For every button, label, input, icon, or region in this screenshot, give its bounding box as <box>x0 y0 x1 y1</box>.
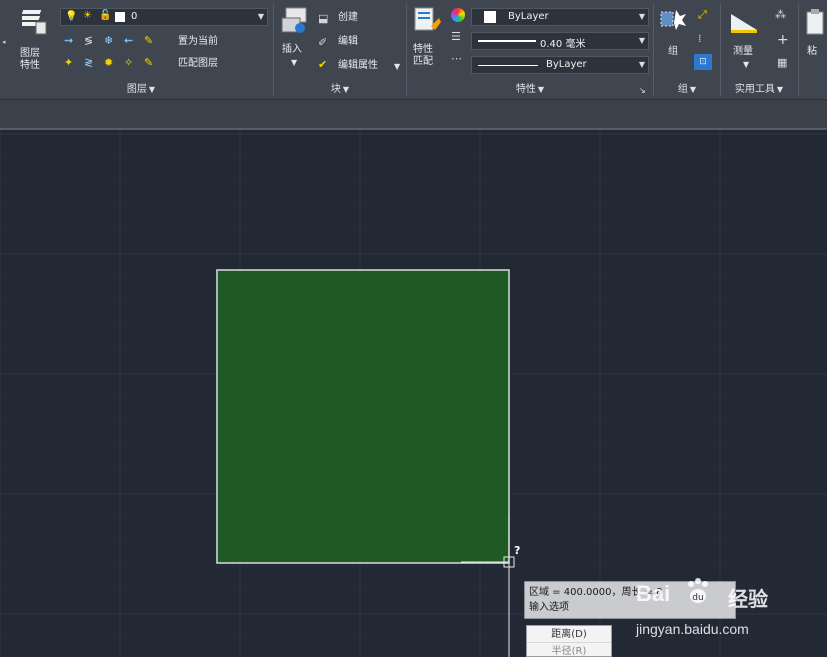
measure-label[interactable]: 测量 <box>733 46 753 58</box>
point-id-icon[interactable]: + <box>777 32 789 48</box>
lineweight-value: 0.40 毫米 <box>540 39 586 50</box>
baidu-watermark: Bai du 经验 jingyan.baidu.com <box>630 575 825 645</box>
chevron-down-icon: ▼ <box>638 12 645 21</box>
layer-unisolate-icon[interactable]: ≷ <box>84 56 93 69</box>
linetype-icon: ⋯ <box>451 52 462 65</box>
match-properties-label[interactable]: 特性 匹配 <box>413 44 433 68</box>
caret-down-icon: ▼ <box>342 85 350 94</box>
utilities-panel-title[interactable]: 实用工具 ▼ <box>721 80 797 96</box>
group-selection-icon[interactable]: ⊡ <box>694 54 712 70</box>
svg-text:du: du <box>692 593 703 603</box>
paste-icon[interactable] <box>805 8 825 36</box>
menu-item-distance[interactable]: 距离(D) <box>527 626 611 643</box>
lineweight-icon: ☰ <box>451 30 461 43</box>
quick-select-icon[interactable]: ⁂ <box>775 8 786 21</box>
calculator-icon[interactable]: ▦ <box>777 56 787 69</box>
group-label[interactable]: 组 <box>668 46 678 58</box>
caret-down-icon: ▼ <box>689 85 697 94</box>
insert-block-icon[interactable] <box>280 6 310 36</box>
match-layer-icon[interactable]: ✎ <box>144 56 153 69</box>
lineweight-dropdown[interactable]: 0.40 毫米 ▼ <box>471 32 649 50</box>
watermark-url: jingyan.baidu.com <box>636 621 749 637</box>
unlock-icon: 🔓 <box>99 10 112 21</box>
menu-item-radius[interactable]: 半径(R) <box>527 643 611 657</box>
edit-block-icon[interactable]: ✐ <box>318 36 327 49</box>
chevron-down-icon[interactable]: ▼ <box>394 62 400 71</box>
layer-dropdown[interactable]: 💡 ☀ 🔓 0 ▼ <box>60 8 268 26</box>
color-swatch <box>484 11 496 23</box>
layers-panel-title[interactable]: 图层 ▼ <box>8 80 274 96</box>
layer-properties-icon[interactable] <box>22 8 48 36</box>
match-properties-icon[interactable] <box>413 6 441 38</box>
options-menu[interactable]: 距离(D) 半径(R) <box>526 625 612 657</box>
caret-down-icon: ▼ <box>776 85 784 94</box>
layer-thaw-icon[interactable]: ✹ <box>104 56 113 69</box>
create-block-icon[interactable]: ⬓ <box>318 12 328 25</box>
color-wheel-icon <box>451 8 465 22</box>
properties-panel-title[interactable]: 特性 ▼ <box>407 80 653 96</box>
block-panel: 插入 ▼ ⬓ 创建 ✐ 编辑 ✔ 编辑属性 ▼ 块 ▼ <box>274 0 406 100</box>
caret-down-icon: ▼ <box>148 85 156 94</box>
layers-panel: 图层 特性 💡 ☀ 🔓 0 ▼ ⇝ ≶ ❄ ⇜ ✎ 置为当前 ✦ ≷ ✹ ✧ ✎… <box>8 0 274 100</box>
ribbon-tab-strip <box>0 100 827 130</box>
color-value: ByLayer <box>508 11 549 22</box>
linetype-dropdown[interactable]: ByLayer ▼ <box>471 56 649 74</box>
group-panel: 组 ⤢ ⁞ ⊡ 组 ▼ <box>654 0 720 100</box>
set-current-label[interactable]: 置为当前 <box>178 36 218 48</box>
group-panel-title[interactable]: 组 ▼ <box>654 80 720 96</box>
panel-launcher-icon[interactable]: ↘ <box>639 86 646 95</box>
insert-label[interactable]: 插入 <box>282 44 302 56</box>
block-panel-title[interactable]: 块 ▼ <box>274 80 406 96</box>
watermark-brand-cn: 经验 <box>728 587 768 611</box>
layer-on-icon[interactable]: ✦ <box>64 56 73 69</box>
match-layer-label[interactable]: 匹配图层 <box>178 58 218 70</box>
paw-logo-icon: du <box>684 577 712 605</box>
chevron-down-icon: ▼ <box>638 36 645 45</box>
caret-down-icon: ▼ <box>537 85 545 94</box>
chevron-down-icon[interactable]: ▼ <box>743 60 749 69</box>
watermark-brand: Bai <box>636 581 671 606</box>
clipboard-panel: 粘 <box>799 0 827 100</box>
lightbulb-icon: 💡 <box>65 11 78 22</box>
paste-label[interactable]: 粘 <box>807 46 817 58</box>
chevron-down-icon: ▼ <box>638 60 645 69</box>
layer-tools-row2: ✦ ≷ ✹ ✧ ✎ <box>64 56 164 72</box>
hatched-rectangle[interactable] <box>216 269 510 564</box>
layer-unlock-icon[interactable]: ✧ <box>124 56 133 69</box>
measure-icon[interactable] <box>729 10 759 34</box>
layer-isolate-icon[interactable]: ≶ <box>84 34 93 47</box>
edit-attribute-label[interactable]: 编辑属性 <box>338 60 378 72</box>
color-dropdown[interactable]: ByLayer ▼ <box>471 8 649 26</box>
layer-tools-row1: ⇝ ≶ ❄ ⇜ ✎ <box>64 34 164 50</box>
utilities-panel: 测量 ▼ ⁂ + ▦ 实用工具 ▼ <box>721 0 797 100</box>
layer-properties-label[interactable]: 图层 特性 <box>20 48 40 72</box>
set-current-icon[interactable]: ✎ <box>144 34 153 47</box>
sun-icon: ☀ <box>83 10 92 21</box>
create-label[interactable]: 创建 <box>338 12 358 24</box>
group-icon[interactable] <box>658 6 688 34</box>
edit-attribute-icon[interactable]: ✔ <box>318 58 327 71</box>
layer-off-icon[interactable]: ⇝ <box>64 34 73 47</box>
ribbon: 图层 特性 💡 ☀ 🔓 0 ▼ ⇝ ≶ ❄ ⇜ ✎ 置为当前 ✦ ≷ ✹ ✧ ✎… <box>0 0 827 100</box>
linetype-value: ByLayer <box>546 59 587 70</box>
current-layer-name: 0 <box>131 11 138 22</box>
layer-freeze-icon[interactable]: ❄ <box>104 34 113 47</box>
chevron-down-icon[interactable]: ▼ <box>291 58 297 67</box>
group-edit-icon[interactable]: ⁞ <box>698 32 702 45</box>
layer-lock-icon[interactable]: ⇜ <box>124 34 133 47</box>
scroll-left-icon[interactable]: ◂ <box>2 38 6 46</box>
chevron-down-icon: ▼ <box>257 12 264 21</box>
lineweight-preview <box>478 40 536 42</box>
cursor-question-mark: ? <box>514 544 520 557</box>
ungroup-icon[interactable]: ⤢ <box>698 8 707 22</box>
layer-color-swatch <box>115 12 125 22</box>
linetype-preview <box>478 65 538 66</box>
edit-label[interactable]: 编辑 <box>338 36 358 48</box>
properties-panel: 特性 匹配 ☰ ⋯ ByLayer ▼ 0.40 毫米 ▼ ByLayer ▼ … <box>407 0 653 100</box>
